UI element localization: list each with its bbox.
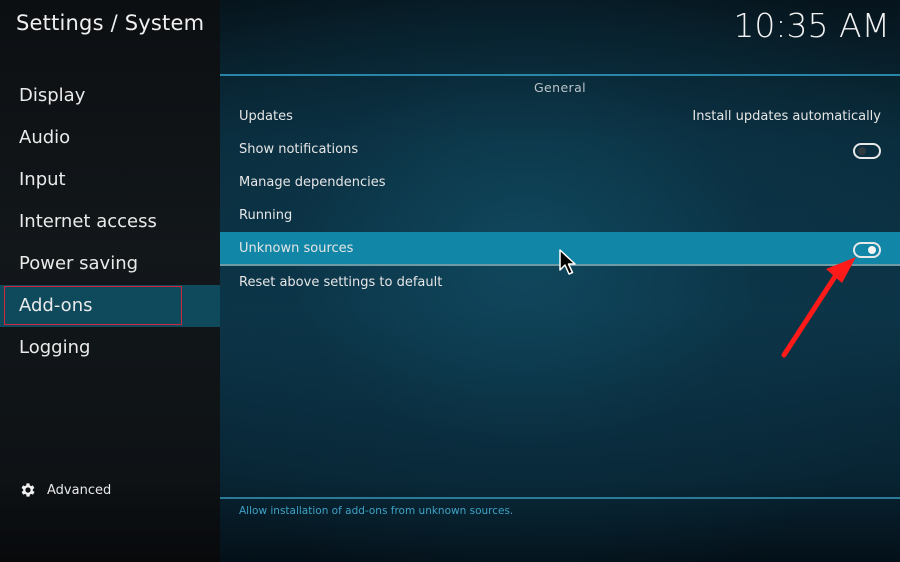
sidebar-item-power-saving[interactable]: Power saving [0, 243, 220, 285]
sidebar-item-label: Display [19, 85, 86, 106]
sidebar-item-label: Audio [19, 127, 71, 148]
setting-label: Manage dependencies [239, 175, 386, 190]
setting-description: Allow installation of add-ons from unkno… [239, 505, 514, 517]
divider-bottom [220, 497, 900, 499]
sidebar-item-add-ons[interactable]: Add-ons [0, 285, 220, 327]
advanced-label: Advanced [47, 482, 112, 498]
setting-value: Install updates automatically [692, 109, 881, 124]
page-title: Settings / System [16, 11, 205, 35]
advanced-settings-button[interactable]: Advanced [19, 479, 111, 501]
group-label-general: General [533, 80, 587, 95]
setting-updates[interactable]: Updates Install updates automatically [220, 100, 900, 133]
sidebar-nav: Display Audio Input Internet access Powe… [0, 75, 220, 369]
setting-label: Reset above settings to default [239, 275, 443, 290]
sidebar-item-internet-access[interactable]: Internet access [0, 201, 220, 243]
annotation-arrow-icon [781, 257, 856, 358]
annotation-highlight-box [4, 286, 182, 325]
sidebar-item-input[interactable]: Input [0, 159, 220, 201]
sidebar: Settings / System Display Audio Input In… [0, 0, 220, 562]
sidebar-item-logging[interactable]: Logging [0, 327, 220, 369]
setting-label: Updates [239, 109, 293, 124]
sidebar-item-label: Input [19, 169, 66, 190]
setting-label: Running [239, 208, 293, 223]
setting-label: Unknown sources [239, 241, 354, 256]
sidebar-item-label: Power saving [19, 253, 139, 274]
clock: 10:35 AM [733, 6, 890, 45]
toggle-knob [858, 147, 866, 155]
sidebar-item-audio[interactable]: Audio [0, 117, 220, 159]
divider-top [220, 74, 900, 76]
setting-running[interactable]: Running [220, 199, 900, 232]
setting-manage-dependencies[interactable]: Manage dependencies [220, 166, 900, 199]
setting-label: Show notifications [239, 142, 359, 157]
sidebar-item-display[interactable]: Display [0, 75, 220, 117]
sidebar-item-label: Logging [19, 337, 91, 358]
sidebar-item-label: Internet access [19, 211, 157, 232]
gear-icon [21, 483, 35, 497]
setting-show-notifications[interactable]: Show notifications [220, 133, 900, 166]
mouse-cursor-icon [559, 249, 576, 275]
show-notifications-toggle[interactable] [853, 143, 881, 159]
